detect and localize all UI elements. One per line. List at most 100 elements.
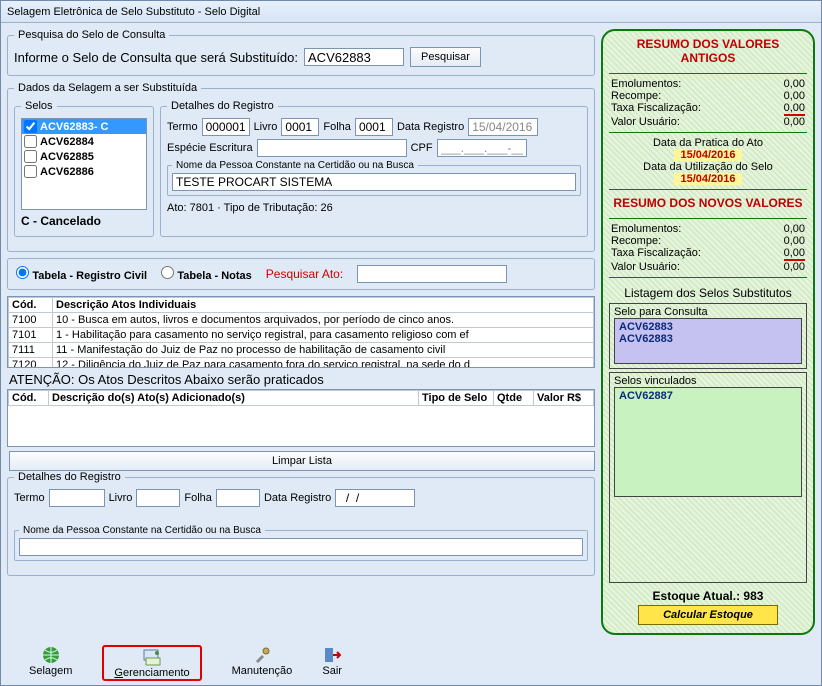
nome2-input[interactable] bbox=[19, 538, 583, 556]
termo2-input[interactable] bbox=[49, 489, 105, 507]
livro-label: Livro bbox=[254, 121, 278, 133]
emol-label: Emolumentos: bbox=[611, 78, 681, 90]
emol-value: 0,00 bbox=[784, 78, 805, 90]
selected-atos-grid[interactable]: Cód. Descrição do(s) Ato(s) Adicionado(s… bbox=[7, 389, 595, 447]
selo-item[interactable]: ACV62883- C bbox=[22, 119, 146, 134]
dreg2-label: Data Registro bbox=[264, 492, 331, 504]
search-input[interactable] bbox=[304, 48, 404, 66]
toolbar-label: Manutenção bbox=[232, 665, 293, 677]
livro-input[interactable] bbox=[281, 118, 319, 136]
col-valor: Valor R$ bbox=[534, 391, 594, 406]
table-row[interactable]: 71011 - Habilitação para casamento no se… bbox=[9, 328, 594, 343]
selo-checkbox[interactable] bbox=[24, 135, 37, 148]
atos-grid[interactable]: Cód.Descrição Atos Individuais 710010 - … bbox=[7, 296, 595, 368]
selo-item[interactable]: ACV62885 bbox=[22, 149, 146, 164]
pesquisar-ato-input[interactable] bbox=[357, 265, 507, 283]
toolbar-gerenciamento[interactable]: Gerenciamento bbox=[102, 645, 201, 681]
valu-label: Valor Usuário: bbox=[611, 116, 680, 128]
selo-label: ACV62883- C bbox=[40, 121, 108, 133]
radio-notas-input[interactable] bbox=[161, 266, 174, 279]
toolbar-selagem[interactable]: Selagem bbox=[29, 645, 72, 681]
selos-list[interactable]: ACV62883- C ACV62884 ACV62885 ACV62886 bbox=[21, 118, 147, 210]
exit-icon bbox=[322, 645, 342, 665]
selo-checkbox[interactable] bbox=[24, 120, 37, 133]
nome-fieldset: Nome da Pessoa Constante na Certidão ou … bbox=[167, 160, 581, 196]
n-recompe-value: 0,00 bbox=[784, 235, 805, 247]
limpar-lista-button[interactable]: Limpar Lista bbox=[9, 451, 595, 471]
folha-input[interactable] bbox=[355, 118, 393, 136]
recompe-value: 0,00 bbox=[784, 90, 805, 102]
selo-checkbox[interactable] bbox=[24, 165, 37, 178]
radio-civil-input[interactable] bbox=[16, 266, 29, 279]
dreg-label: Data Registro bbox=[397, 121, 464, 133]
detalhes-legend: Detalhes do Registro bbox=[167, 100, 278, 112]
termo-label: Termo bbox=[167, 121, 198, 133]
selo-label: ACV62885 bbox=[40, 151, 94, 163]
search-fieldset: Pesquisa do Selo de Consulta Informe o S… bbox=[7, 29, 595, 76]
col-qtde: Qtde bbox=[494, 391, 534, 406]
termo-input[interactable] bbox=[202, 118, 250, 136]
selo-label: ACV62884 bbox=[40, 136, 94, 148]
ato-info: Ato: 7801 · Tipo de Tributação: 26 bbox=[167, 202, 581, 214]
antigos-title: RESUMO DOS VALORES ANTIGOS bbox=[609, 37, 807, 65]
detreg-legend: Detalhes do Registro bbox=[14, 471, 125, 483]
detalhes-fieldset: Detalhes do Registro Termo Livro Folha D… bbox=[160, 100, 588, 237]
dreg2-input[interactable] bbox=[335, 489, 415, 507]
n-recompe-label: Recompe: bbox=[611, 235, 661, 247]
data-pratica-value: 15/04/2016 bbox=[674, 149, 741, 161]
livro2-label: Livro bbox=[109, 492, 133, 504]
col-desc2: Descrição do(s) Ato(s) Adicionado(s) bbox=[49, 391, 419, 406]
toolbar-sair[interactable]: Sair bbox=[322, 645, 342, 681]
globe-icon bbox=[41, 645, 61, 665]
radio-notas[interactable]: Tabela - Notas bbox=[161, 266, 252, 282]
search-button[interactable]: Pesquisar bbox=[410, 47, 481, 67]
vinc-list[interactable]: ACV62887 bbox=[614, 387, 802, 497]
data-pratica-label: Data da Pratica do Ato bbox=[609, 137, 807, 149]
nome2-fieldset: Nome da Pessoa Constante na Certidão ou … bbox=[14, 525, 588, 561]
dreg-input[interactable] bbox=[468, 118, 538, 136]
radio-civil[interactable]: Tabela - Registro Civil bbox=[16, 266, 147, 282]
nome2-legend: Nome da Pessoa Constante na Certidão ou … bbox=[19, 525, 265, 536]
selo-item[interactable]: ACV62884 bbox=[22, 134, 146, 149]
search-legend: Pesquisa do Selo de Consulta bbox=[14, 29, 169, 41]
toolbar-manutencao[interactable]: Manutenção bbox=[232, 645, 293, 681]
n-taxa-value: 0,00 bbox=[784, 247, 805, 261]
nome-legend: Nome da Pessoa Constante na Certidão ou … bbox=[172, 160, 418, 171]
search-label: Informe o Selo de Consulta que será Subs… bbox=[14, 50, 298, 65]
n-emol-label: Emolumentos: bbox=[611, 223, 681, 235]
especie-label: Espécie Escritura bbox=[167, 142, 253, 154]
toolbar-label: Gerenciamento bbox=[114, 667, 189, 679]
dados-fieldset: Dados da Selagem a ser Substituída Selos… bbox=[7, 82, 595, 252]
table-row[interactable]: 710010 - Busca em autos, livros e docume… bbox=[9, 313, 594, 328]
col-tipo: Tipo de Selo bbox=[419, 391, 494, 406]
n-taxa-label: Taxa Fiscalização: bbox=[611, 247, 701, 261]
vinc-item: ACV62887 bbox=[619, 390, 797, 402]
right-summary-panel: RESUMO DOS VALORES ANTIGOS Emolumentos: 0… bbox=[601, 29, 815, 635]
n-emol-value: 0,00 bbox=[784, 223, 805, 235]
calcular-estoque-button[interactable]: Calcular Estoque bbox=[638, 605, 778, 625]
termo2-label: Termo bbox=[14, 492, 45, 504]
taxa-label: Taxa Fiscalização: bbox=[611, 102, 701, 116]
selo-item[interactable]: ACV62886 bbox=[22, 164, 146, 179]
folha2-input[interactable] bbox=[216, 489, 260, 507]
data-util-value: 15/04/2016 bbox=[674, 173, 741, 185]
selo-checkbox[interactable] bbox=[24, 150, 37, 163]
table-row[interactable]: 711111 - Manifestação do Juiz de Paz no … bbox=[9, 343, 594, 358]
data-util-label: Data da Utilização do Selo bbox=[609, 161, 807, 173]
n-valu-label: Valor Usuário: bbox=[611, 261, 680, 273]
selos-fieldset: Selos ACV62883- C ACV62884 ACV62885 ACV6… bbox=[14, 100, 154, 237]
manage-icon bbox=[142, 647, 162, 667]
toolbar-label: Sair bbox=[322, 665, 342, 677]
especie-input[interactable] bbox=[257, 139, 407, 157]
consulta-label: Selo para Consulta bbox=[614, 306, 802, 318]
selo-label: ACV62886 bbox=[40, 166, 94, 178]
table-row[interactable]: 712012 - Diligência do Juiz de Paz para … bbox=[9, 358, 594, 369]
cpf-input[interactable] bbox=[437, 139, 527, 157]
taxa-value: 0,00 bbox=[784, 102, 805, 116]
nome-input[interactable] bbox=[172, 173, 576, 191]
livro2-input[interactable] bbox=[136, 489, 180, 507]
cancel-note: C - Cancelado bbox=[21, 210, 147, 228]
estoque-label: Estoque Atual.: 983 bbox=[609, 589, 807, 603]
consulta-list[interactable]: ACV62883 ACV62883 bbox=[614, 318, 802, 364]
col-desc: Descrição Atos Individuais bbox=[53, 298, 594, 313]
